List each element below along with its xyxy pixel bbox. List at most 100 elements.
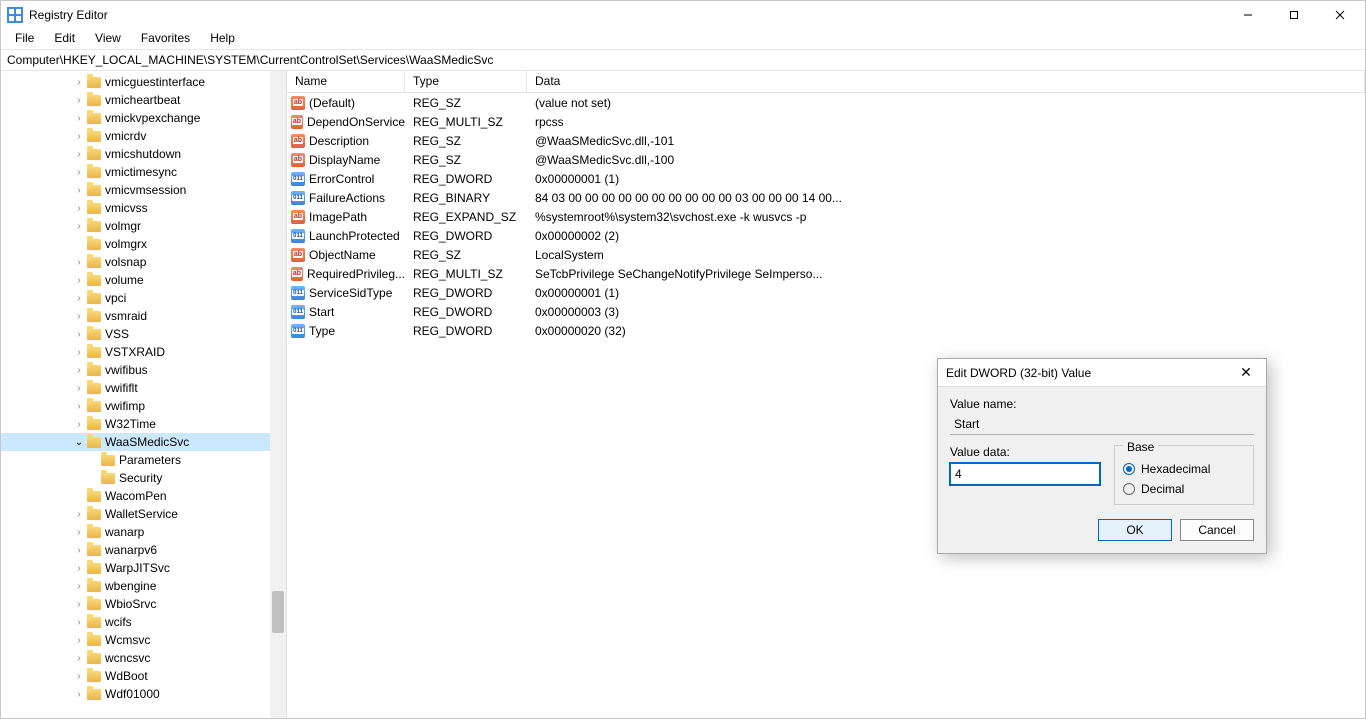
menu-favorites[interactable]: Favorites bbox=[131, 29, 200, 49]
values-pane[interactable]: Name Type Data (Default)REG_SZ(value not… bbox=[287, 71, 1365, 718]
menu-file[interactable]: File bbox=[5, 29, 44, 49]
tree-item-wdf01000[interactable]: ›Wdf01000 bbox=[1, 685, 286, 703]
tree-item-volume[interactable]: ›volume bbox=[1, 271, 286, 289]
chevron-right-icon[interactable]: › bbox=[73, 275, 85, 286]
chevron-right-icon[interactable]: › bbox=[73, 545, 85, 556]
tree-item-wbengine[interactable]: ›wbengine bbox=[1, 577, 286, 595]
dialog-titlebar[interactable]: Edit DWORD (32-bit) Value ✕ bbox=[938, 359, 1266, 387]
chevron-right-icon[interactable]: › bbox=[73, 689, 85, 700]
tree-item-vmicvss[interactable]: ›vmicvss bbox=[1, 199, 286, 217]
tree-item-wbiosrvc[interactable]: ›WbioSrvc bbox=[1, 595, 286, 613]
tree-item-vmicvmsession[interactable]: ›vmicvmsession bbox=[1, 181, 286, 199]
chevron-right-icon[interactable]: › bbox=[73, 293, 85, 304]
cancel-button[interactable]: Cancel bbox=[1180, 519, 1254, 541]
chevron-right-icon[interactable]: › bbox=[73, 599, 85, 610]
tree-pane[interactable]: ›vmicguestinterface›vmicheartbeat›vmickv… bbox=[1, 71, 287, 718]
tree-item-vmicheartbeat[interactable]: ›vmicheartbeat bbox=[1, 91, 286, 109]
value-row[interactable]: RequiredPrivileg...REG_MULTI_SZSeTcbPriv… bbox=[287, 264, 1365, 283]
tree-item-vstxraid[interactable]: ›VSTXRAID bbox=[1, 343, 286, 361]
tree-item-wanarp[interactable]: ›wanarp bbox=[1, 523, 286, 541]
tree-item-vmicshutdown[interactable]: ›vmicshutdown bbox=[1, 145, 286, 163]
tree-item-vmicrdv[interactable]: ›vmicrdv bbox=[1, 127, 286, 145]
chevron-right-icon[interactable]: › bbox=[73, 347, 85, 358]
value-row[interactable]: DependOnServiceREG_MULTI_SZrpcss bbox=[287, 112, 1365, 131]
tree-item-wdboot[interactable]: ›WdBoot bbox=[1, 667, 286, 685]
chevron-right-icon[interactable]: › bbox=[73, 563, 85, 574]
tree-item-vpci[interactable]: ›vpci bbox=[1, 289, 286, 307]
value-row[interactable]: DisplayNameREG_SZ@WaaSMedicSvc.dll,-100 bbox=[287, 150, 1365, 169]
tree-item-w32time[interactable]: ›W32Time bbox=[1, 415, 286, 433]
tree-item-vwifimp[interactable]: ›vwifimp bbox=[1, 397, 286, 415]
chevron-right-icon[interactable]: › bbox=[73, 113, 85, 124]
column-data[interactable]: Data bbox=[527, 71, 1365, 92]
tree-item-vwififlt[interactable]: ›vwififlt bbox=[1, 379, 286, 397]
tree-item-volmgrx[interactable]: volmgrx bbox=[1, 235, 286, 253]
tree-item-parameters[interactable]: Parameters bbox=[1, 451, 286, 469]
tree-scrollbar[interactable] bbox=[270, 71, 286, 718]
chevron-down-icon[interactable]: ⌄ bbox=[73, 437, 85, 448]
chevron-right-icon[interactable]: › bbox=[73, 311, 85, 322]
chevron-right-icon[interactable]: › bbox=[73, 401, 85, 412]
tree-item-wcncsvc[interactable]: ›wcncsvc bbox=[1, 649, 286, 667]
chevron-right-icon[interactable]: › bbox=[73, 131, 85, 142]
value-row[interactable]: ObjectNameREG_SZLocalSystem bbox=[287, 245, 1365, 264]
dialog-close-button[interactable]: ✕ bbox=[1234, 364, 1258, 381]
tree-item-wacompen[interactable]: WacomPen bbox=[1, 487, 286, 505]
tree-item-vwifibus[interactable]: ›vwifibus bbox=[1, 361, 286, 379]
chevron-right-icon[interactable]: › bbox=[73, 653, 85, 664]
menu-edit[interactable]: Edit bbox=[44, 29, 85, 49]
chevron-right-icon[interactable]: › bbox=[73, 671, 85, 682]
tree-item-vmictimesync[interactable]: ›vmictimesync bbox=[1, 163, 286, 181]
tree-item-wcmsvc[interactable]: ›Wcmsvc bbox=[1, 631, 286, 649]
tree-item-security[interactable]: Security bbox=[1, 469, 286, 487]
value-row[interactable]: ErrorControlREG_DWORD0x00000001 (1) bbox=[287, 169, 1365, 188]
radio-hexadecimal[interactable]: Hexadecimal bbox=[1123, 462, 1245, 476]
tree-item-warpjitsvc[interactable]: ›WarpJITSvc bbox=[1, 559, 286, 577]
value-row[interactable]: ImagePathREG_EXPAND_SZ%systemroot%\syste… bbox=[287, 207, 1365, 226]
tree-item-volsnap[interactable]: ›volsnap bbox=[1, 253, 286, 271]
value-row[interactable]: TypeREG_DWORD0x00000020 (32) bbox=[287, 321, 1365, 340]
tree-item-waasmedicsvc[interactable]: ⌄WaaSMedicSvc bbox=[1, 433, 286, 451]
chevron-right-icon[interactable]: › bbox=[73, 581, 85, 592]
tree-item-vmicguestinterface[interactable]: ›vmicguestinterface bbox=[1, 73, 286, 91]
menu-view[interactable]: View bbox=[85, 29, 131, 49]
value-row[interactable]: DescriptionREG_SZ@WaaSMedicSvc.dll,-101 bbox=[287, 131, 1365, 150]
tree-item-vss[interactable]: ›VSS bbox=[1, 325, 286, 343]
tree-item-vsmraid[interactable]: ›vsmraid bbox=[1, 307, 286, 325]
value-row[interactable]: ServiceSidTypeREG_DWORD0x00000001 (1) bbox=[287, 283, 1365, 302]
value-row[interactable]: StartREG_DWORD0x00000003 (3) bbox=[287, 302, 1365, 321]
address-bar[interactable]: Computer\HKEY_LOCAL_MACHINE\SYSTEM\Curre… bbox=[1, 49, 1365, 71]
chevron-right-icon[interactable]: › bbox=[73, 149, 85, 160]
chevron-right-icon[interactable]: › bbox=[73, 635, 85, 646]
maximize-button[interactable] bbox=[1271, 1, 1317, 29]
tree-item-volmgr[interactable]: ›volmgr bbox=[1, 217, 286, 235]
chevron-right-icon[interactable]: › bbox=[73, 77, 85, 88]
chevron-right-icon[interactable]: › bbox=[73, 221, 85, 232]
chevron-right-icon[interactable]: › bbox=[73, 203, 85, 214]
minimize-button[interactable] bbox=[1225, 1, 1271, 29]
column-name[interactable]: Name bbox=[287, 71, 405, 92]
menu-help[interactable]: Help bbox=[200, 29, 245, 49]
chevron-right-icon[interactable]: › bbox=[73, 509, 85, 520]
scrollbar-thumb[interactable] bbox=[272, 591, 284, 633]
value-data-input[interactable] bbox=[950, 463, 1100, 485]
chevron-right-icon[interactable]: › bbox=[73, 419, 85, 430]
chevron-right-icon[interactable]: › bbox=[73, 185, 85, 196]
chevron-right-icon[interactable]: › bbox=[73, 329, 85, 340]
value-row[interactable]: LaunchProtectedREG_DWORD0x00000002 (2) bbox=[287, 226, 1365, 245]
value-row[interactable]: (Default)REG_SZ(value not set) bbox=[287, 93, 1365, 112]
tree-item-vmickvpexchange[interactable]: ›vmickvpexchange bbox=[1, 109, 286, 127]
close-button[interactable] bbox=[1317, 1, 1363, 29]
column-type[interactable]: Type bbox=[405, 71, 527, 92]
tree-item-wanarpv6[interactable]: ›wanarpv6 bbox=[1, 541, 286, 559]
tree-item-wcifs[interactable]: ›wcifs bbox=[1, 613, 286, 631]
chevron-right-icon[interactable]: › bbox=[73, 617, 85, 628]
chevron-right-icon[interactable]: › bbox=[73, 365, 85, 376]
chevron-right-icon[interactable]: › bbox=[73, 95, 85, 106]
chevron-right-icon[interactable]: › bbox=[73, 167, 85, 178]
chevron-right-icon[interactable]: › bbox=[73, 527, 85, 538]
radio-decimal[interactable]: Decimal bbox=[1123, 482, 1245, 496]
chevron-right-icon[interactable]: › bbox=[73, 257, 85, 268]
chevron-right-icon[interactable]: › bbox=[73, 383, 85, 394]
ok-button[interactable]: OK bbox=[1098, 519, 1172, 541]
